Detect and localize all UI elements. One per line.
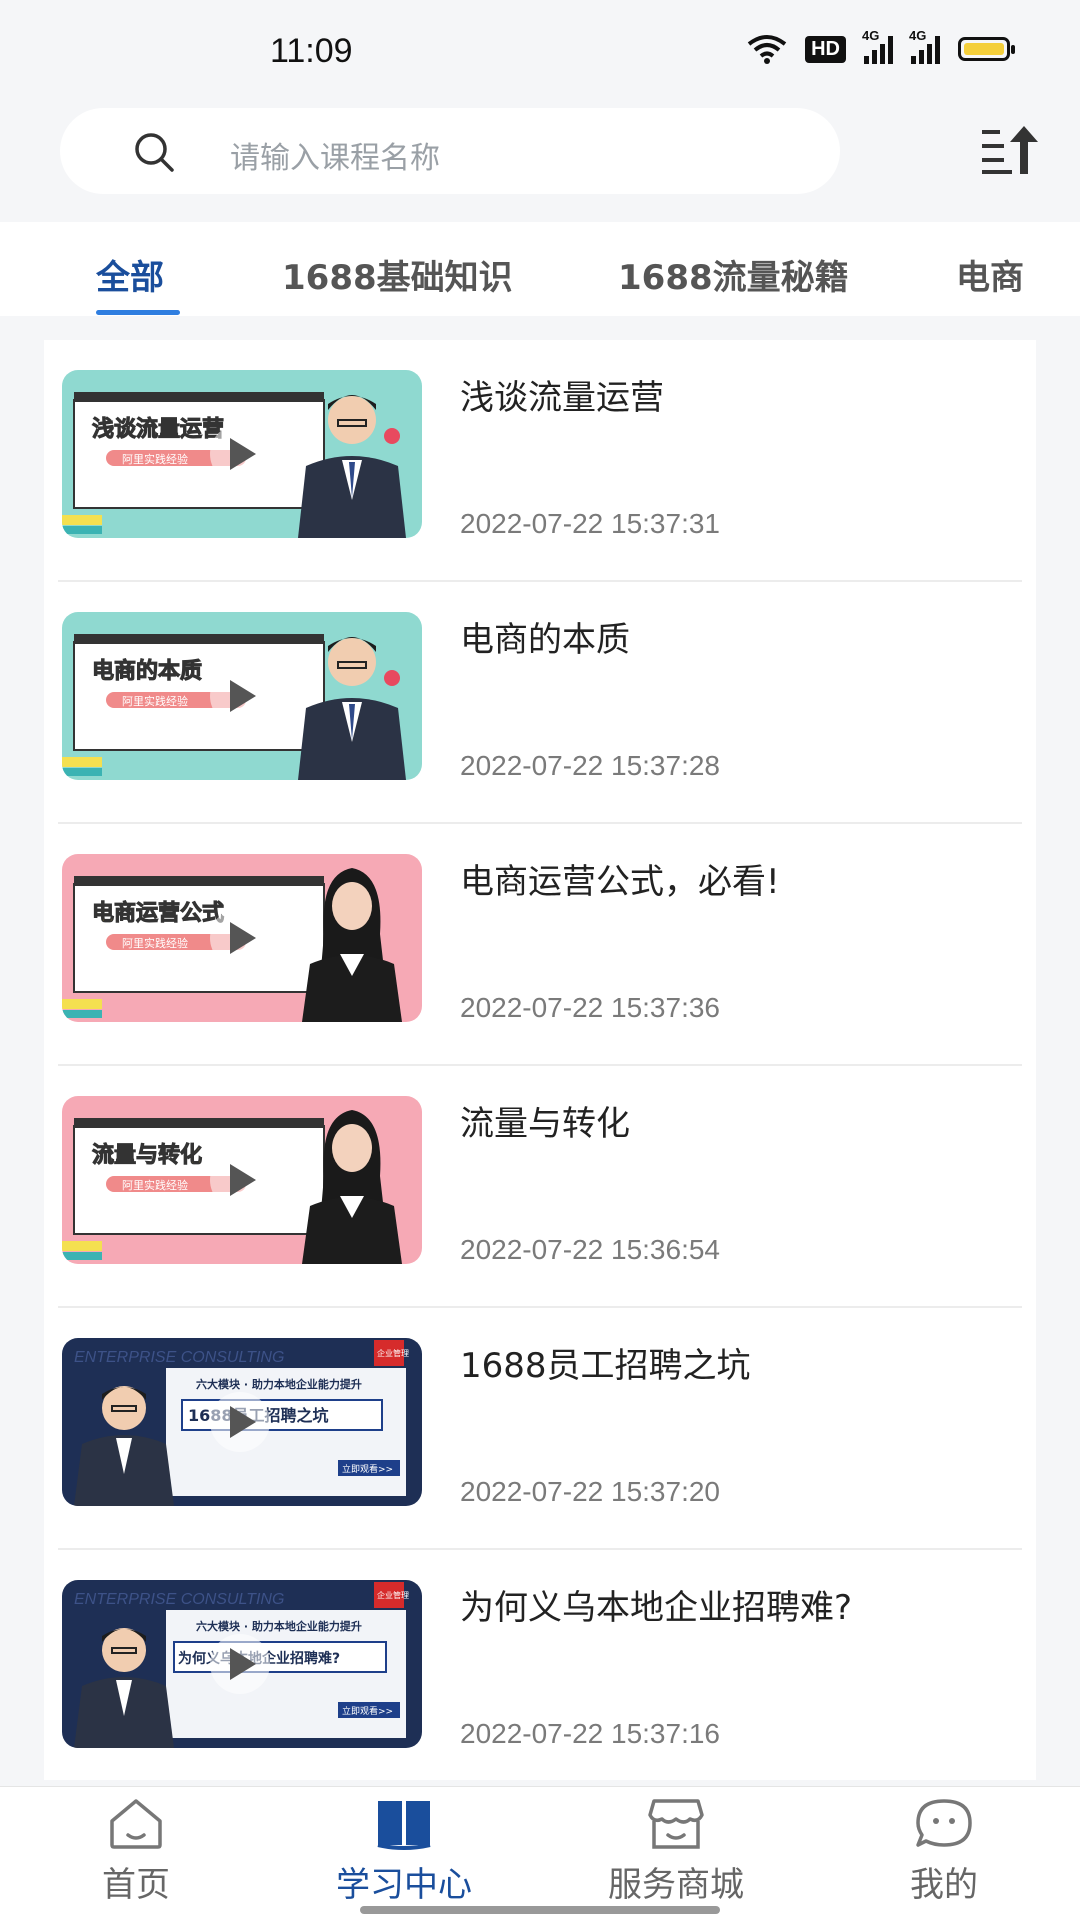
course-date: 2022-07-22 15:37:16: [460, 1718, 720, 1749]
course-date: 2022-07-22 15:37:31: [460, 508, 720, 539]
tab-all[interactable]: 全部: [96, 250, 164, 299]
nav-service-mall[interactable]: 服务商城: [576, 1795, 776, 1915]
thumb-headline: 浅谈流量运营: [92, 416, 224, 442]
thumb-cta: 立即观看>>: [342, 1463, 393, 1475]
hd-icon: HD: [805, 35, 846, 63]
list-item[interactable]: 流量与转化 阿里实践经验 流量与转化 2022-07-22 15:36:54: [44, 1066, 1036, 1308]
thumb-banner: 六大模块 · 助力本地企业能力提升: [196, 1377, 362, 1391]
course-title: 电商运营公式，必看!: [460, 862, 780, 902]
thumb-corner-badge: 企业管理: [377, 1348, 409, 1358]
course-thumbnail[interactable]: 电商的本质 阿里实践经验: [62, 612, 422, 780]
course-list: 浅谈流量运营 阿里实践经验 浅谈流量运营 2022-07-22 15:37:31…: [44, 340, 1036, 1780]
nav-home[interactable]: 首页: [36, 1795, 236, 1915]
nav-learning-center[interactable]: 学习中心: [304, 1795, 504, 1915]
store-icon: [648, 1799, 704, 1849]
thumb-watermark: ENTERPRISE CONSULTING: [74, 1349, 284, 1366]
nav-service-mall-label: 服务商城: [608, 1865, 744, 1905]
signal-4g-icon: 4G: [862, 28, 893, 64]
status-icons: HD 4G 4G: [747, 28, 1015, 64]
list-item[interactable]: 电商运营公式 阿里实践经验 电商运营公式，必看! 2022-07-22 15:3…: [44, 824, 1036, 1066]
thumb-cta: 立即观看>>: [342, 1705, 393, 1717]
signal-4g-icon: 4G: [909, 28, 940, 64]
course-title: 流量与转化: [460, 1104, 630, 1144]
book-icon: [377, 1801, 431, 1850]
list-item[interactable]: ENTERPRISE CONSULTING 企业管理 六大模块 · 助力本地企业…: [44, 1308, 1036, 1550]
course-thumbnail[interactable]: ENTERPRISE CONSULTING 企业管理 六大模块 · 助力本地企业…: [62, 1338, 422, 1506]
course-thumbnail[interactable]: 浅谈流量运营 阿里实践经验: [62, 370, 422, 538]
course-date: 2022-07-22 15:37:36: [460, 992, 720, 1023]
course-title: 浅谈流量运营: [460, 378, 664, 418]
thumb-banner: 六大模块 · 助力本地企业能力提升: [196, 1619, 362, 1633]
course-thumbnail[interactable]: 流量与转化 阿里实践经验: [62, 1096, 422, 1264]
home-indicator[interactable]: [360, 1906, 720, 1914]
signal-4g-label: 4G: [862, 28, 880, 43]
list-item[interactable]: 浅谈流量运营 阿里实践经验 浅谈流量运营 2022-07-22 15:37:31: [44, 340, 1036, 582]
tab-1688-traffic[interactable]: 1688流量秘籍: [618, 250, 849, 299]
search-icon: [135, 133, 174, 172]
thumb-tag: 阿里实践经验: [122, 694, 188, 708]
sort-up-icon[interactable]: [978, 122, 1040, 178]
course-thumbnail[interactable]: ENTERPRISE CONSULTING 企业管理 六大模块 · 助力本地企业…: [62, 1580, 422, 1748]
thumb-corner-badge: 企业管理: [377, 1590, 409, 1600]
nav-mine[interactable]: 我的: [844, 1795, 1044, 1915]
thumb-headline: 电商的本质: [92, 658, 202, 684]
thumb-headline: 电商运营公式: [92, 900, 224, 926]
course-date: 2022-07-22 15:37:28: [460, 750, 720, 781]
list-item[interactable]: 电商的本质 阿里实践经验 电商的本质 2022-07-22 15:37:28: [44, 582, 1036, 824]
category-tabs: 全部 1688基础知识 1688流量秘籍 电商: [0, 222, 1080, 316]
tab-1688-basics[interactable]: 1688基础知识: [282, 250, 513, 299]
course-date: 2022-07-22 15:37:20: [460, 1476, 720, 1507]
nav-home-label: 首页: [102, 1865, 170, 1905]
nav-mine-label: 我的: [910, 1865, 978, 1905]
thumb-watermark: ENTERPRISE CONSULTING: [74, 1591, 284, 1608]
battery-icon: [958, 37, 1015, 61]
status-bar: 11:09 HD 4G 4G: [0, 0, 1080, 100]
search-placeholder: 请输入课程名称: [230, 141, 440, 176]
nav-learning-center-label: 学习中心: [336, 1865, 472, 1905]
thumb-tag: 阿里实践经验: [122, 1178, 188, 1192]
course-thumbnail[interactable]: 电商运营公式 阿里实践经验: [62, 854, 422, 1022]
thumb-tag: 阿里实践经验: [122, 452, 188, 466]
chat-face-icon: [916, 1799, 972, 1847]
list-item[interactable]: ENTERPRISE CONSULTING 企业管理 六大模块 · 助力本地企业…: [44, 1550, 1036, 1792]
thumb-tag: 阿里实践经验: [122, 936, 188, 950]
thumb-headline: 流量与转化: [92, 1142, 202, 1168]
course-title: 1688员工招聘之坑: [460, 1346, 751, 1386]
course-title: 为何义乌本地企业招聘难?: [460, 1588, 853, 1628]
tab-active-indicator: [96, 310, 180, 315]
course-date: 2022-07-22 15:36:54: [460, 1234, 720, 1265]
tab-ecommerce[interactable]: 电商: [956, 250, 1024, 299]
course-title: 电商的本质: [460, 620, 630, 660]
bottom-nav: 首页 学习中心 服务商城 我的: [0, 1786, 1080, 1921]
wifi-icon: [747, 35, 787, 64]
home-icon: [110, 1799, 162, 1849]
status-time: 11:09: [270, 32, 353, 70]
search-input[interactable]: 请输入课程名称: [60, 108, 840, 194]
signal-4g-label: 4G: [909, 28, 927, 43]
